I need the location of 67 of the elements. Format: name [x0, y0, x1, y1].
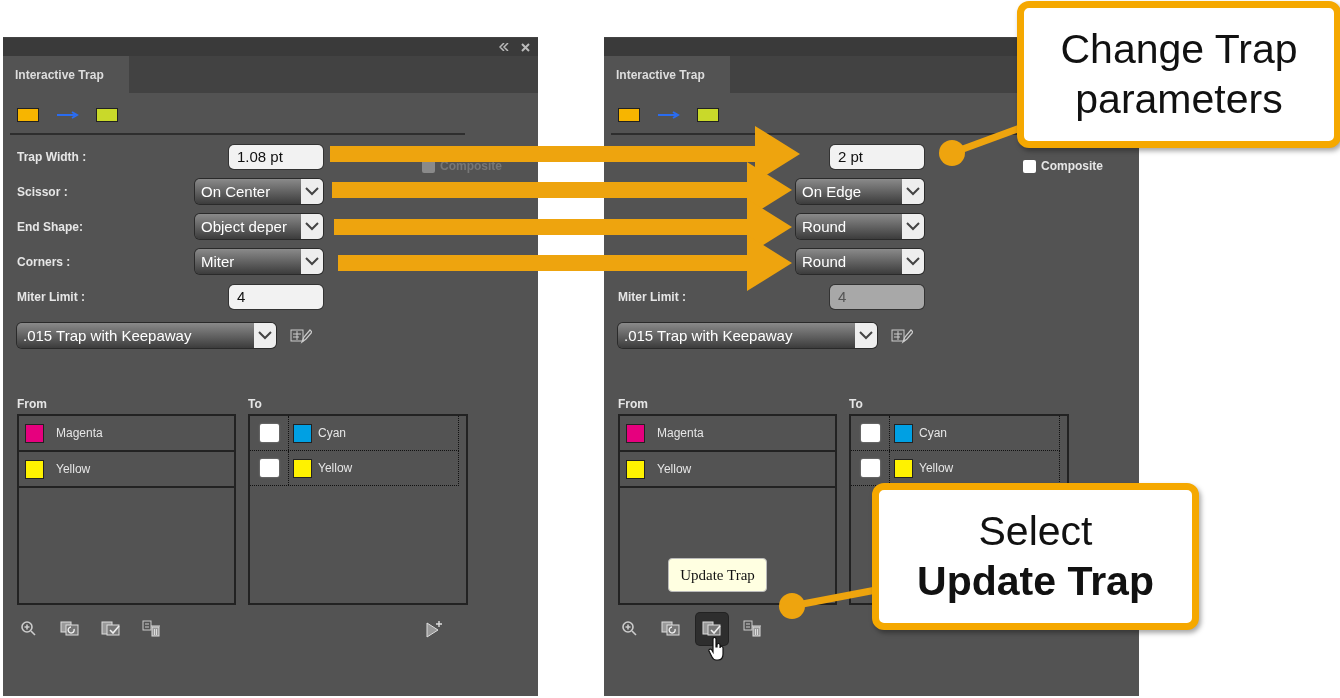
color-name: Yellow — [919, 461, 954, 475]
callout-text: Select Update Trap — [917, 507, 1154, 606]
color-name: Yellow — [56, 462, 91, 476]
list-row[interactable]: Yellow — [19, 452, 234, 488]
panel-tab[interactable]: Interactive Trap — [3, 56, 129, 93]
field-label: Scissor : — [17, 184, 69, 199]
field-label: Miter Limit : — [618, 289, 687, 304]
checkbox-label: Composite — [1041, 159, 1103, 173]
text-field[interactable]: 4 — [229, 284, 323, 309]
from-label: From — [618, 397, 649, 411]
caret-icon — [906, 187, 920, 196]
caret-icon — [305, 222, 319, 231]
checkbox[interactable] — [259, 424, 279, 442]
color-name: Yellow — [318, 461, 353, 475]
list-row[interactable]: Magenta — [620, 416, 835, 452]
text-field[interactable]: 2 pt — [830, 144, 924, 169]
update-trap-icon — [702, 619, 722, 639]
color-name: Cyan — [919, 426, 947, 440]
panel-tab[interactable]: Interactive Trap — [604, 56, 730, 93]
to-label: To — [248, 397, 263, 411]
to-label: To — [849, 397, 864, 411]
caret-icon — [906, 257, 920, 266]
tooltip: Update Trap — [668, 558, 767, 592]
caret-icon — [305, 187, 319, 196]
from-label: From — [17, 397, 48, 411]
list-row[interactable]: Magenta — [19, 416, 234, 452]
color-name: Cyan — [318, 426, 346, 440]
caret-icon — [305, 257, 319, 266]
list-row[interactable]: Yellow — [620, 452, 835, 488]
trash-icon — [743, 619, 763, 639]
tool-button[interactable] — [696, 613, 728, 645]
field-label: Trap Width : — [17, 149, 88, 164]
arrow-icon — [57, 111, 81, 119]
checkbox[interactable] — [1023, 159, 1036, 173]
swap-icon — [60, 619, 80, 639]
field-label: Corners : — [17, 254, 72, 269]
callout-text: Change Trap parameters — [1059, 25, 1299, 124]
preset-dropdown[interactable]: .015 Trap with Keepaway — [618, 323, 877, 348]
dropdown[interactable]: Object deper — [195, 214, 323, 239]
collapse-icon[interactable] — [499, 43, 509, 51]
checkbox[interactable] — [259, 459, 279, 477]
play-plus-icon — [424, 619, 444, 639]
dropdown[interactable]: On Edge — [796, 179, 924, 204]
color-name: Magenta — [56, 426, 103, 440]
update-trap-icon — [101, 619, 121, 639]
color-name: Yellow — [657, 462, 692, 476]
dropdown[interactable]: On Center — [195, 179, 323, 204]
close-icon[interactable] — [521, 42, 530, 52]
dropdown[interactable]: Miter — [195, 249, 323, 274]
trash-icon — [142, 619, 162, 639]
checkbox[interactable] — [860, 424, 880, 442]
arrow-icon — [658, 111, 682, 119]
preset-dropdown[interactable]: .015 Trap with Keepaway — [17, 323, 276, 348]
edit-icon[interactable] — [290, 327, 312, 344]
caret-icon — [859, 331, 873, 340]
caret-icon — [258, 331, 272, 340]
swap-icon — [661, 619, 681, 639]
caret-icon — [906, 222, 920, 231]
field-label: End Shape: — [17, 219, 84, 234]
dropdown[interactable]: Round — [796, 214, 924, 239]
text-field[interactable]: 1.08 pt — [229, 144, 323, 169]
field-label: Miter Limit : — [17, 289, 86, 304]
dropdown[interactable]: Round — [796, 249, 924, 274]
hand-cursor-icon — [708, 637, 726, 661]
checkbox[interactable] — [860, 459, 880, 477]
color-name: Magenta — [657, 426, 704, 440]
edit-icon[interactable] — [891, 327, 913, 344]
